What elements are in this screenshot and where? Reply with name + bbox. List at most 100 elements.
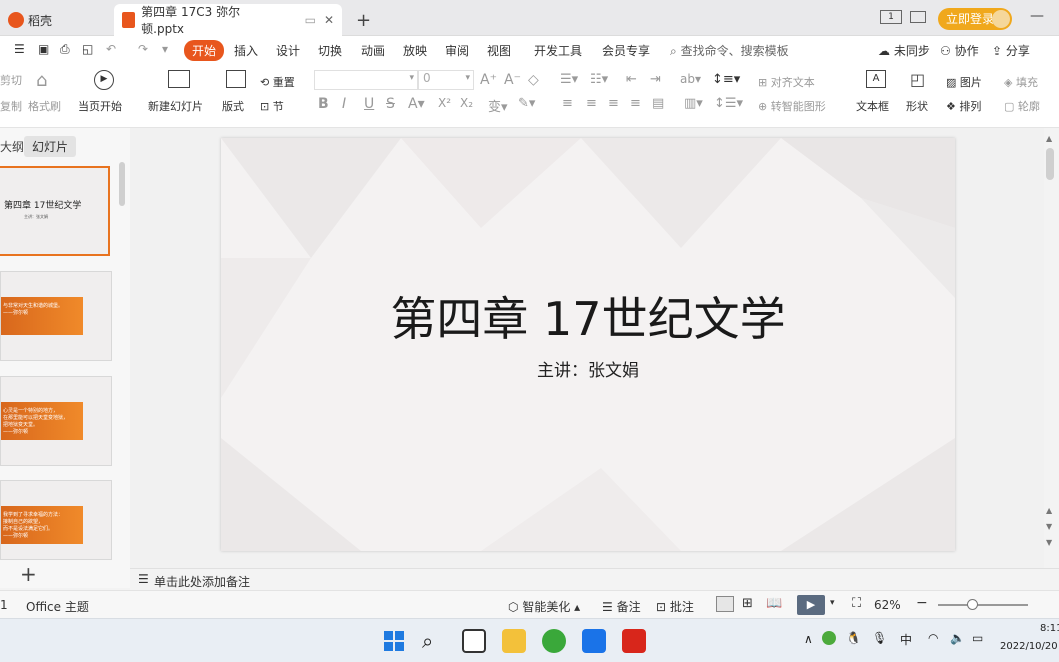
normal-view-icon[interactable] — [716, 596, 734, 612]
shape-button[interactable]: 形状 — [906, 98, 928, 114]
text-direction-icon[interactable]: ab▾ — [680, 72, 701, 86]
underline-button[interactable]: U — [364, 96, 374, 112]
slide-subtitle[interactable]: 主讲：张文娟 — [221, 356, 955, 381]
scroll-down-icon[interactable]: ▼ — [1046, 538, 1052, 547]
chevron-up-icon[interactable]: ∧ — [804, 632, 813, 646]
layout-icon[interactable] — [910, 11, 926, 23]
file-icon[interactable]: ☰ — [14, 42, 25, 56]
menu-tab-slideshow[interactable]: 放映 — [403, 42, 427, 59]
scroll-up-icon[interactable]: ▲ — [1046, 134, 1052, 143]
play-from-current-button[interactable]: 当页开始 — [78, 98, 122, 114]
command-search[interactable]: ⌕ 查找命令、搜索模板 — [670, 42, 789, 59]
task-view-icon[interactable] — [462, 629, 486, 653]
save-icon[interactable]: ▣ — [38, 42, 49, 56]
arrange-button[interactable]: ❖ 排列 — [946, 98, 981, 114]
slide-thumb-1[interactable]: 第四章 17世纪文学 主讲：张文娟 — [0, 166, 110, 256]
textbox-icon[interactable]: A — [866, 70, 886, 88]
preview-icon[interactable]: ◱ — [82, 42, 93, 56]
menu-tab-developer[interactable]: 开发工具 — [534, 42, 582, 59]
menu-tab-review[interactable]: 审阅 — [445, 42, 469, 59]
windows-start-icon[interactable] — [382, 629, 406, 653]
page-indicator[interactable]: 1 — [880, 10, 902, 24]
notes-bar[interactable]: ☰ 单击此处添加备注 — [130, 568, 1059, 590]
indent-increase-icon[interactable]: ⇥ — [650, 72, 661, 87]
reading-view-icon[interactable]: 📖 — [766, 596, 782, 611]
line-spacing-icon[interactable]: ↕≡▾ — [712, 72, 740, 87]
fit-window-icon[interactable]: ⛶ — [852, 596, 861, 611]
slide-thumb-3[interactable]: 心灵是一个特别的地方， 在那里能可以把天堂变地狱， 把地狱变天堂。 ——弥尔顿 — [0, 376, 112, 466]
cut-button[interactable]: 剪切 — [0, 72, 22, 88]
menu-tab-transition[interactable]: 切换 — [318, 42, 342, 59]
volume-icon[interactable]: 🔈 — [950, 631, 965, 645]
menu-tab-animation[interactable]: 动画 — [361, 42, 385, 59]
login-button[interactable]: 立即登录 — [938, 8, 1012, 30]
grow-font-icon[interactable]: A⁺ — [480, 72, 497, 88]
section-button[interactable]: ⊡ 节 — [260, 98, 284, 114]
format-painter-icon[interactable]: ⌂ — [36, 70, 47, 91]
font-size-select[interactable]: 0 ▾ — [418, 70, 474, 90]
indent-decrease-icon[interactable]: ⇤ — [626, 72, 637, 87]
menu-tab-design[interactable]: 设计 — [276, 42, 300, 59]
canvas-scrollbar[interactable] — [1046, 148, 1054, 180]
layout-button[interactable]: 版式 — [222, 98, 244, 114]
prev-slide-icon[interactable]: ▲ — [1046, 506, 1052, 515]
align-text-button[interactable]: ⊞ 对齐文本 — [758, 74, 815, 90]
align-right-icon[interactable]: ≡ — [608, 96, 619, 111]
clock-date[interactable]: 2022/10/20 — [1000, 641, 1058, 652]
justify-icon[interactable]: ≡ — [630, 96, 641, 111]
tab-document[interactable]: 第四章 17C3 弥尔顿.pptx ▭ ✕ — [114, 4, 342, 36]
slide-thumb-4[interactable]: 我学到了寻求幸福的方法： 接制自己的欲望， 而不是设法满足它们。 ——弥尔顿 — [0, 480, 112, 560]
bullet-list-icon[interactable]: ☰▾ — [560, 72, 578, 87]
font-name-select[interactable]: ▾ — [314, 70, 418, 90]
shrink-font-icon[interactable]: A⁻ — [504, 72, 521, 88]
beautify-button[interactable]: ⬡ 智能美化 ▴ — [508, 598, 580, 615]
layout-icon-ribbon[interactable] — [226, 70, 246, 88]
outline-button[interactable]: ▢ 轮廓 — [1004, 98, 1040, 114]
phonetic-icon[interactable]: 变▾ — [488, 96, 508, 115]
font-color-icon[interactable]: A▾ — [408, 96, 425, 112]
tab-outline[interactable]: 大纲 — [0, 138, 24, 155]
play-icon[interactable]: ▶ — [94, 70, 114, 90]
zoom-level[interactable]: 62% — [874, 598, 901, 612]
wifi-icon[interactable]: ◠ — [928, 631, 938, 645]
highlight-icon[interactable]: ✎▾ — [518, 96, 535, 111]
distribute-icon[interactable]: ▤ — [652, 96, 664, 111]
comments-button[interactable]: ⊡ 批注 — [656, 598, 694, 615]
qq-icon[interactable]: 🐧 — [846, 631, 861, 645]
zoom-slider[interactable] — [938, 604, 1028, 606]
paragraph-spacing-icon[interactable]: ↕☰▾ — [714, 96, 743, 111]
new-tab-button[interactable]: + — [348, 4, 379, 36]
align-center-icon[interactable]: ≡ — [586, 96, 597, 111]
share-button[interactable]: ⇪ 分享 — [992, 42, 1030, 59]
chevron-down-icon[interactable]: ▾ — [830, 598, 835, 608]
add-slide-button[interactable]: + — [20, 562, 37, 586]
slide[interactable]: 第四章 17世纪文学 主讲：张文娟 — [221, 138, 955, 551]
tray-app-icon[interactable] — [822, 631, 836, 645]
zoom-slider-handle[interactable] — [967, 599, 978, 610]
undo-icon[interactable]: ↶ — [106, 42, 116, 56]
theme-name[interactable]: Office 主题 — [26, 598, 89, 615]
print-icon[interactable]: ⎙ — [60, 42, 70, 57]
columns-icon[interactable]: ▥▾ — [684, 96, 703, 111]
sorter-view-icon[interactable]: ⊞ — [742, 596, 753, 611]
convert-smartart-button[interactable]: ⊕ 转智能图形 — [758, 98, 826, 114]
slide-title[interactable]: 第四章 17世纪文学 — [221, 283, 955, 349]
fill-button[interactable]: ◈ 填充 — [1004, 74, 1038, 90]
reset-button[interactable]: ⟲ 重置 — [260, 74, 295, 90]
superscript-button[interactable]: X² — [438, 96, 451, 110]
tab-home[interactable]: 稻壳 — [0, 4, 100, 36]
browser-icon[interactable] — [542, 629, 566, 653]
menu-tab-member[interactable]: 会员专享 — [602, 42, 650, 59]
sync-button[interactable]: ☁ 未同步 — [878, 42, 930, 59]
collab-button[interactable]: ⚇ 协作 — [940, 42, 979, 59]
more-quick-icon[interactable]: ▾ — [162, 42, 168, 56]
ime-indicator[interactable]: 中 — [900, 631, 912, 648]
battery-icon[interactable]: ▭ — [972, 631, 983, 645]
tab-monitor-icon[interactable]: ▭ — [305, 13, 316, 27]
app-icon[interactable] — [582, 629, 606, 653]
align-left-icon[interactable]: ≡ — [562, 96, 573, 111]
new-slide-icon[interactable] — [168, 70, 190, 88]
picture-button[interactable]: ▨ 图片 — [946, 74, 982, 90]
menu-tab-insert[interactable]: 插入 — [234, 42, 258, 59]
subscript-button[interactable]: X₂ — [460, 96, 473, 110]
